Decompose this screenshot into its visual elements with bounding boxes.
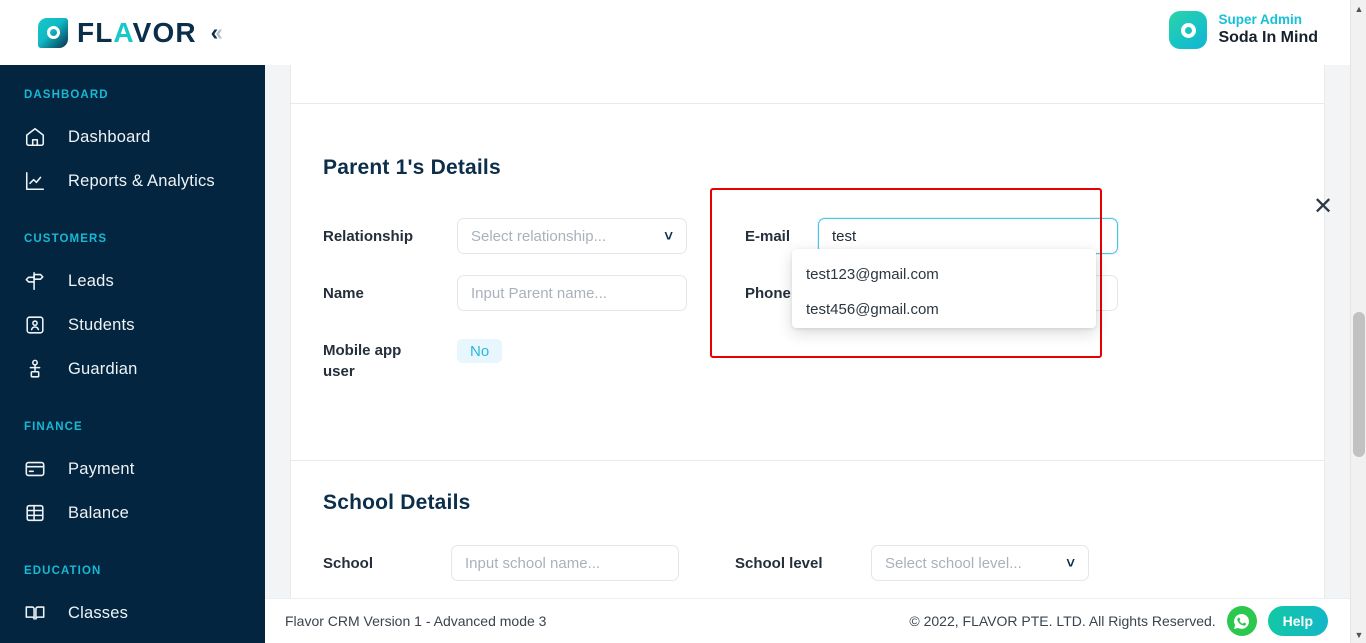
- signpost-icon: [24, 270, 46, 292]
- sidebar-item-label: Leads: [68, 271, 114, 290]
- scrollbar[interactable]: ▲ ▼: [1350, 0, 1366, 643]
- help-button[interactable]: Help: [1267, 606, 1328, 636]
- brand-text-last: VOR: [132, 16, 197, 48]
- relationship-label: Relationship: [323, 228, 414, 245]
- sidebar-item-students[interactable]: Students: [0, 303, 265, 347]
- sidebar-item-label: Classes: [68, 603, 129, 622]
- chevron-double-left-icon[interactable]: ‹ ‹: [211, 21, 223, 44]
- sidebar-section-dashboard: DASHBOARD: [24, 89, 109, 101]
- sidebar-item-label: Students: [68, 315, 135, 334]
- sidebar-item-guardian[interactable]: Guardian: [0, 347, 265, 391]
- sidebar-item-reports-analytics[interactable]: Reports & Analytics: [0, 159, 265, 203]
- sidebar-section-finance: FINANCE: [24, 421, 83, 433]
- relationship-placeholder: Select relationship...: [471, 227, 607, 245]
- previous-section-card: [290, 65, 1325, 104]
- app-root: FLAVOR ‹ ‹ Super Admin Soda In Mind DASHB…: [0, 0, 1366, 643]
- chevron-up-icon[interactable]: ▲: [1351, 0, 1366, 17]
- footer-bar: Flavor CRM Version 1 - Advanced mode 3 ©…: [265, 598, 1350, 643]
- main-content: Parent 1's Details ✕ Relationship Select…: [265, 65, 1350, 643]
- flavor-logo-icon: [38, 17, 68, 48]
- list-item[interactable]: test123@gmail.com: [792, 257, 1096, 292]
- sidebar-section-education: EDUCATION: [24, 565, 102, 577]
- home-icon: [24, 126, 46, 148]
- mobile-app-user-label: Mobile app user: [323, 342, 402, 381]
- user-role: Super Admin: [1218, 11, 1302, 27]
- close-icon[interactable]: ✕: [1310, 194, 1336, 220]
- chevron-down-icon[interactable]: ▼: [1351, 626, 1366, 643]
- database-icon: [24, 502, 46, 524]
- parent-name-placeholder: Input Parent name...: [471, 284, 607, 302]
- copyright-text: © 2022, FLAVOR PTE. LTD. All Rights Rese…: [909, 613, 1216, 629]
- parent-name-input[interactable]: Input Parent name...: [457, 275, 687, 311]
- sidebar-item-payment[interactable]: Payment: [0, 447, 265, 491]
- brand-text-first: FL: [77, 16, 114, 48]
- email-value: test: [832, 227, 857, 245]
- name-label: Name: [323, 285, 364, 302]
- sidebar-item-balance[interactable]: Balance: [0, 491, 265, 535]
- page-title: Parent 1's Details: [323, 156, 501, 179]
- scrollbar-thumb[interactable]: [1353, 312, 1365, 457]
- school-label: School: [323, 555, 374, 572]
- sidebar-item-label: Reports & Analytics: [68, 171, 215, 190]
- user-name: Soda In Mind: [1218, 29, 1318, 47]
- brand-wordmark: FLAVOR: [77, 16, 197, 48]
- list-item[interactable]: test456@gmail.com: [792, 292, 1096, 327]
- avatar: [1169, 11, 1208, 49]
- school-level-select[interactable]: Select school level... ˅: [871, 545, 1089, 581]
- book-open-icon: [24, 602, 46, 624]
- chart-line-icon: [24, 170, 46, 192]
- sidebar-item-label: Payment: [68, 459, 135, 478]
- status-badge: No: [457, 339, 503, 363]
- email-label: E-mail: [745, 228, 791, 245]
- top-header: FLAVOR ‹ ‹ Super Admin Soda In Mind: [0, 0, 1350, 65]
- version-text: Flavor CRM Version 1 - Advanced mode 3: [285, 613, 547, 629]
- sidebar-item-dashboard[interactable]: Dashboard: [0, 115, 265, 159]
- sidebar-item-label: Balance: [68, 503, 130, 522]
- relationship-select[interactable]: Select relationship... ˅: [457, 218, 687, 254]
- chevron-down-icon: ˅: [664, 227, 673, 245]
- user-profile[interactable]: Super Admin Soda In Mind: [1169, 11, 1318, 49]
- chevron-down-icon: ˅: [1066, 554, 1075, 572]
- school-level-label: School level: [735, 555, 823, 572]
- email-suggestions-dropdown: test123@gmail.com test456@gmail.com: [792, 249, 1096, 328]
- id-card-icon: [24, 314, 46, 336]
- brand-text-accent: A: [113, 16, 133, 48]
- brand-logo[interactable]: FLAVOR: [38, 16, 197, 48]
- whatsapp-icon[interactable]: [1226, 606, 1257, 636]
- school-input[interactable]: Input school name...: [451, 545, 679, 581]
- school-details-card: School Details School Input school name.…: [290, 461, 1325, 621]
- school-placeholder: Input school name...: [465, 554, 601, 572]
- school-level-placeholder: Select school level...: [885, 554, 1022, 572]
- sidebar: DASHBOARD Dashboard Reports & Analytics …: [0, 65, 265, 643]
- sidebar-section-customers: CUSTOMERS: [24, 233, 108, 245]
- guardian-icon: [24, 358, 46, 380]
- sidebar-item-label: Dashboard: [68, 127, 151, 146]
- credit-card-icon: [24, 458, 46, 480]
- sidebar-item-classes[interactable]: Classes: [0, 591, 265, 635]
- sidebar-item-label: Guardian: [68, 359, 138, 378]
- school-section-title: School Details: [323, 491, 471, 514]
- sidebar-item-leads[interactable]: Leads: [0, 259, 265, 303]
